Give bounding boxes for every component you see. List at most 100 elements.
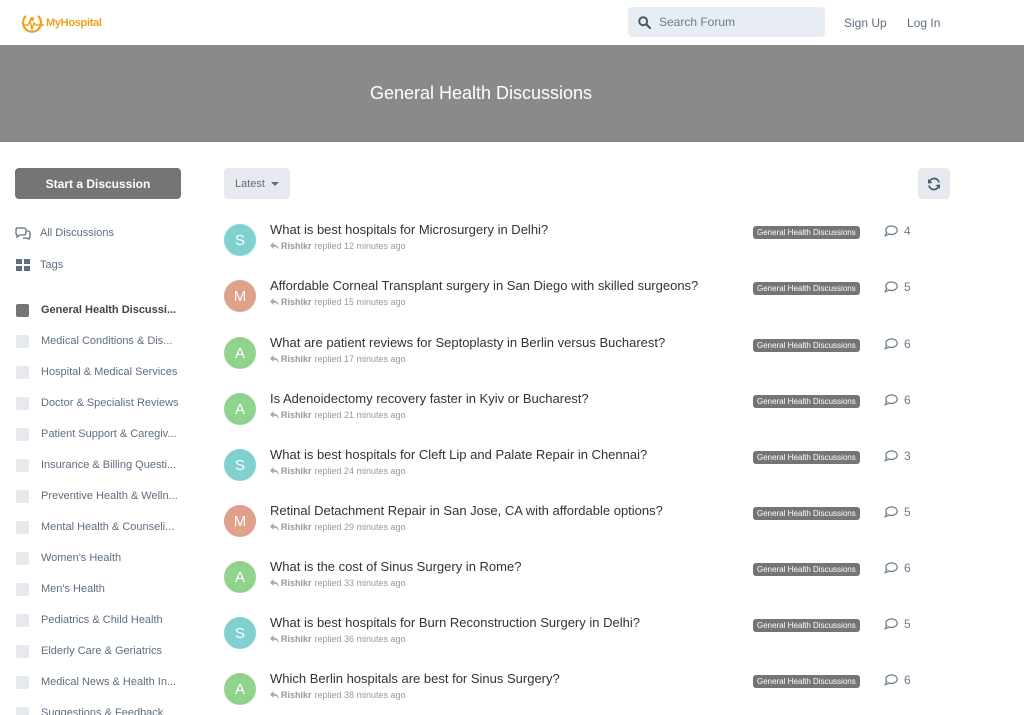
reply-username[interactable]: Rishikr: [281, 297, 312, 307]
discussion-row[interactable]: A Which Berlin hospitals are best for Sin…: [224, 671, 924, 715]
reply-time: replied 36 minutes ago: [314, 634, 406, 644]
avatar[interactable]: M: [224, 280, 256, 312]
start-discussion-button[interactable]: Start a Discussion: [15, 168, 181, 199]
discussion-title[interactable]: What is the cost of Sinus Surgery in Rom…: [270, 559, 521, 574]
discussion-row[interactable]: S What is best hospitals for Burn Reconst…: [224, 615, 924, 667]
discussion-title[interactable]: Is Adenoidectomy recovery faster in Kyiv…: [270, 391, 589, 406]
reply-count: 4: [884, 224, 911, 238]
sort-dropdown[interactable]: Latest: [224, 168, 290, 199]
avatar[interactable]: A: [224, 561, 256, 593]
reply-username[interactable]: Rishikr: [281, 466, 312, 476]
sidebar-tag-label: Elderly Care & Geriatrics: [41, 645, 163, 657]
reply-time: replied 12 minutes ago: [314, 241, 406, 251]
tag-badge[interactable]: General Health Discussions: [753, 282, 860, 295]
discussion-meta: Rishikr replied 17 minutes ago: [270, 354, 406, 364]
reply-username[interactable]: Rishikr: [281, 522, 312, 532]
discussion-meta: Rishikr replied 15 minutes ago: [270, 297, 406, 307]
sidebar-tag-item[interactable]: Preventive Health & Welln...: [15, 487, 178, 505]
discussion-meta: Rishikr replied 24 minutes ago: [270, 466, 406, 476]
tag-badge[interactable]: General Health Discussions: [753, 395, 860, 408]
sidebar-item-tags[interactable]: Tags: [15, 256, 63, 274]
tag-badge[interactable]: General Health Discussions: [753, 507, 860, 520]
hero-banner: General Health Discussions: [0, 45, 1024, 142]
sidebar-tag-label: Preventive Health & Welln...: [41, 490, 178, 502]
discussion-row[interactable]: M Affordable Corneal Transplant surgery i…: [224, 278, 924, 330]
reply-username[interactable]: Rishikr: [281, 634, 312, 644]
sidebar-tag-item[interactable]: Doctor & Specialist Reviews: [15, 394, 179, 412]
discussion-title[interactable]: Which Berlin hospitals are best for Sinu…: [270, 671, 560, 686]
tag-badge[interactable]: General Health Discussions: [753, 339, 860, 352]
discussion-row[interactable]: A Is Adenoidectomy recovery faster in Kyi…: [224, 391, 924, 443]
page-title: General Health Discussions: [369, 83, 593, 103]
reply-username[interactable]: Rishikr: [281, 354, 312, 364]
search-input[interactable]: Search Forum: [628, 7, 825, 37]
sidebar-tag-item[interactable]: Patient Support & Caregiv...: [15, 425, 177, 443]
sidebar-tag-label: Mental Health & Counseli...: [41, 521, 175, 533]
site-logo[interactable]: MyHospital: [20, 12, 102, 34]
discussion-title[interactable]: Affordable Corneal Transplant surgery in…: [270, 278, 698, 293]
refresh-button[interactable]: [918, 168, 950, 199]
reply-icon: [270, 523, 279, 531]
reply-count-value: 4: [904, 224, 911, 238]
tag-badge[interactable]: General Health Discussions: [753, 619, 860, 632]
reply-username[interactable]: Rishikr: [281, 410, 312, 420]
signup-link[interactable]: Sign Up: [844, 16, 887, 30]
reply-count: 5: [884, 280, 911, 294]
discussion-title[interactable]: What is best hospitals for Burn Reconstr…: [270, 615, 640, 630]
discussion-row[interactable]: S What is best hospitals for Microsurgery…: [224, 222, 924, 274]
discussion-title[interactable]: What is best hospitals for Cleft Lip and…: [270, 447, 647, 462]
sidebar-tag-item[interactable]: Medical Conditions & Dis...: [15, 332, 172, 350]
discussion-row[interactable]: S What is best hospitals for Cleft Lip an…: [224, 447, 924, 499]
sidebar-tag-item[interactable]: Elderly Care & Geriatrics: [15, 642, 162, 660]
discussion-title[interactable]: Retinal Detachment Repair in San Jose, C…: [270, 503, 663, 518]
sidebar-tag-item[interactable]: Women's Health: [15, 549, 121, 567]
discussion-row[interactable]: M Retinal Detachment Repair in San Jose, …: [224, 503, 924, 555]
avatar[interactable]: S: [224, 617, 256, 649]
sidebar-tag-item[interactable]: Men's Health: [15, 580, 105, 598]
reply-count-value: 5: [904, 505, 911, 519]
discussion-meta: Rishikr replied 21 minutes ago: [270, 410, 406, 420]
sidebar-tag-item[interactable]: Hospital & Medical Services: [15, 363, 177, 381]
tag-color-icon: [16, 551, 29, 565]
tag-badge[interactable]: General Health Discussions: [753, 226, 860, 239]
discussion-title[interactable]: What is best hospitals for Microsurgery …: [270, 222, 548, 237]
comment-icon: [884, 562, 898, 574]
avatar[interactable]: S: [224, 224, 256, 256]
reply-username[interactable]: Rishikr: [281, 241, 312, 251]
comment-icon: [884, 674, 898, 686]
reply-username[interactable]: Rishikr: [281, 578, 312, 588]
comment-icon: [884, 338, 898, 350]
avatar[interactable]: A: [224, 673, 256, 705]
reply-count: 5: [884, 617, 911, 631]
avatar[interactable]: M: [224, 505, 256, 537]
sidebar-item-all-discussions[interactable]: All Discussions: [15, 224, 114, 242]
sidebar-tag-item[interactable]: Pediatrics & Child Health: [15, 611, 163, 629]
reply-icon: [270, 691, 279, 699]
avatar[interactable]: S: [224, 449, 256, 481]
discussion-meta: Rishikr replied 12 minutes ago: [270, 241, 406, 251]
tag-badge[interactable]: General Health Discussions: [753, 451, 860, 464]
sidebar-tag-item[interactable]: Medical News & Health In...: [15, 673, 176, 691]
avatar[interactable]: A: [224, 337, 256, 369]
sidebar-tag-label: Patient Support & Caregiv...: [41, 428, 177, 440]
login-link[interactable]: Log In: [907, 16, 940, 30]
discussion-title[interactable]: What are patient reviews for Septoplasty…: [270, 335, 665, 350]
reply-username[interactable]: Rishikr: [281, 690, 312, 700]
sidebar-tag-item[interactable]: Suggestions & Feedback: [15, 704, 163, 715]
sidebar-tag-item[interactable]: Insurance & Billing Questi...: [15, 456, 176, 474]
avatar[interactable]: A: [224, 393, 256, 425]
sidebar-item-label: All Discussions: [40, 227, 114, 239]
discussion-row[interactable]: A What is the cost of Sinus Surgery in Ro…: [224, 559, 924, 611]
comment-icon: [884, 450, 898, 462]
reply-time: replied 29 minutes ago: [314, 522, 406, 532]
tag-badge[interactable]: General Health Discussions: [753, 675, 860, 688]
reply-count-value: 5: [904, 617, 911, 631]
reply-icon: [270, 355, 279, 363]
sidebar-tag-item[interactable]: General Health Discussi...: [15, 301, 176, 319]
sidebar-tag-label: Women's Health: [41, 552, 122, 564]
tag-badge[interactable]: General Health Discussions: [753, 563, 860, 576]
reply-count: 6: [884, 337, 911, 351]
sidebar-tag-item[interactable]: Mental Health & Counseli...: [15, 518, 174, 536]
discussion-row[interactable]: A What are patient reviews for Septoplast…: [224, 335, 924, 387]
sidebar-tag-label: Medical Conditions & Dis...: [41, 335, 173, 347]
